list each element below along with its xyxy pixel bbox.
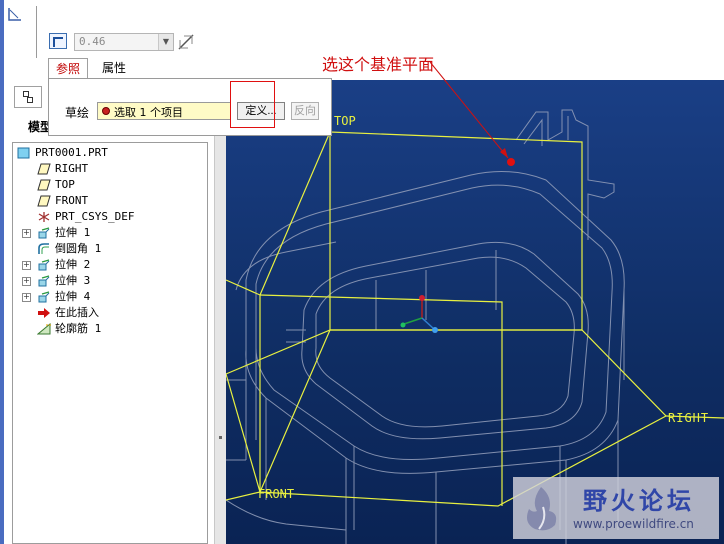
tree-item-label: FRONT — [55, 194, 89, 207]
extrude-icon — [37, 257, 51, 273]
tree-item[interactable]: PRT0001.PRT — [13, 145, 203, 161]
splitter-bar[interactable] — [214, 80, 226, 544]
datum-plane-icon — [37, 161, 51, 177]
expand-icon[interactable]: + — [22, 261, 31, 270]
plane-label-front: FRONT — [258, 487, 295, 501]
tree-item[interactable]: PRT_CSYS_DEF — [13, 209, 203, 225]
model-tree-panel: 模型 PRT0001.PRT RIGHT TOP FRONT PRT_CSYS_DEF +… — [4, 80, 226, 544]
tree-item-label: 倒圆角 1 — [55, 242, 102, 255]
round-icon — [37, 241, 51, 257]
expand-icon[interactable]: + — [22, 229, 31, 238]
tree-item[interactable]: 在此插入 — [13, 305, 203, 321]
collector-text: 选取 1 个项目 — [114, 106, 183, 119]
rib-icon — [37, 321, 51, 337]
datum-plane-icon — [37, 195, 51, 207]
watermark-title: 野火论坛 — [583, 487, 695, 515]
csys-triad — [400, 295, 438, 333]
insert-here-icon — [38, 308, 50, 318]
extrude-icon — [37, 273, 51, 289]
flip-button[interactable]: 反向 — [291, 102, 319, 120]
references-panel: 草绘 选取 1 个项目 定义... 反向 — [48, 78, 332, 136]
tree-item-label: 拉伸 4 — [55, 290, 91, 303]
round-icon — [38, 243, 49, 254]
extrude-icon — [37, 225, 51, 241]
tree-item-label: 轮廓筋 1 — [55, 322, 102, 335]
tree-item[interactable]: + 拉伸 2 — [13, 257, 203, 273]
tree-item[interactable]: + 拉伸 4 — [13, 289, 203, 305]
rib-icon — [37, 323, 51, 335]
tree-item-label: 拉伸 2 — [55, 258, 91, 271]
watermark: 野火论坛 www.proewildfire.cn — [513, 477, 719, 539]
thickness-input[interactable]: 0.46 ▼ — [74, 33, 174, 51]
tree-item[interactable]: FRONT — [13, 193, 203, 209]
plane-label-right: RIGHT — [668, 411, 710, 425]
sketch-collector[interactable]: 选取 1 个项目 — [97, 102, 231, 120]
watermark-url: www.proewildfire.cn — [573, 517, 694, 531]
sketch-label: 草绘 — [65, 106, 90, 120]
extrude-icon — [38, 259, 50, 271]
tree-item-label: 在此插入 — [55, 306, 99, 319]
tree-item[interactable]: TOP — [13, 177, 203, 193]
datum-plane-icon — [37, 193, 51, 209]
csys-icon — [38, 212, 50, 222]
extrude-icon — [38, 291, 50, 303]
part-icon — [17, 147, 30, 159]
flip-material-icon[interactable] — [176, 32, 196, 52]
model-tree: PRT0001.PRT RIGHT TOP FRONT PRT_CSYS_DEF + 拉伸 … — [12, 142, 208, 544]
tree-item[interactable]: 倒圆角 1 — [13, 241, 203, 257]
annotation-arrow — [429, 61, 509, 159]
datum-plane-front-edge — [259, 294, 503, 506]
model-tree-tab-icon[interactable] — [14, 86, 42, 108]
toolbar-separator — [36, 6, 37, 58]
plane-label-top: TOP — [334, 114, 356, 128]
extrude-icon — [38, 227, 50, 239]
csys-icon — [37, 209, 51, 225]
tree-item[interactable]: + 拉伸 1 — [13, 225, 203, 241]
chevron-down-icon[interactable]: ▼ — [158, 34, 173, 50]
thickness-value: 0.46 — [79, 35, 106, 48]
tree-item[interactable]: RIGHT — [13, 161, 203, 177]
datum-plane-icon — [37, 177, 51, 193]
expand-icon[interactable]: + — [22, 293, 31, 302]
required-indicator-icon — [102, 107, 110, 115]
tree-item-label: TOP — [55, 178, 75, 191]
tree-item[interactable]: + 拉伸 3 — [13, 273, 203, 289]
annotation-text: 选这个基准平面 — [322, 55, 435, 74]
tree-item-label: 拉伸 3 — [55, 274, 91, 287]
part-icon — [17, 145, 31, 161]
expand-icon[interactable]: + — [22, 277, 31, 286]
tree-item-label: 拉伸 1 — [55, 226, 91, 239]
tree-item-label: PRT0001.PRT — [35, 146, 108, 159]
forum-logo-icon — [527, 487, 557, 531]
tree-item[interactable]: 轮廓筋 1 — [13, 321, 203, 337]
thicken-sketch-icon[interactable] — [49, 33, 67, 49]
datum-plane-extent — [226, 279, 724, 501]
highlight-box — [230, 81, 275, 128]
sketch-tool-icon[interactable] — [8, 6, 22, 22]
tree-item-label: PRT_CSYS_DEF — [55, 210, 135, 223]
tab-properties[interactable]: 属性 — [94, 58, 134, 78]
extrude-icon — [38, 275, 50, 287]
extrude-icon — [37, 289, 51, 305]
datum-plane-icon — [37, 179, 51, 191]
splitter-grip[interactable] — [219, 436, 222, 439]
tree-item-label: RIGHT — [55, 162, 89, 175]
tab-references[interactable]: 参照 — [48, 58, 88, 78]
insert-here-icon — [37, 305, 51, 321]
datum-planes — [226, 131, 724, 507]
datum-plane-icon — [37, 163, 51, 175]
